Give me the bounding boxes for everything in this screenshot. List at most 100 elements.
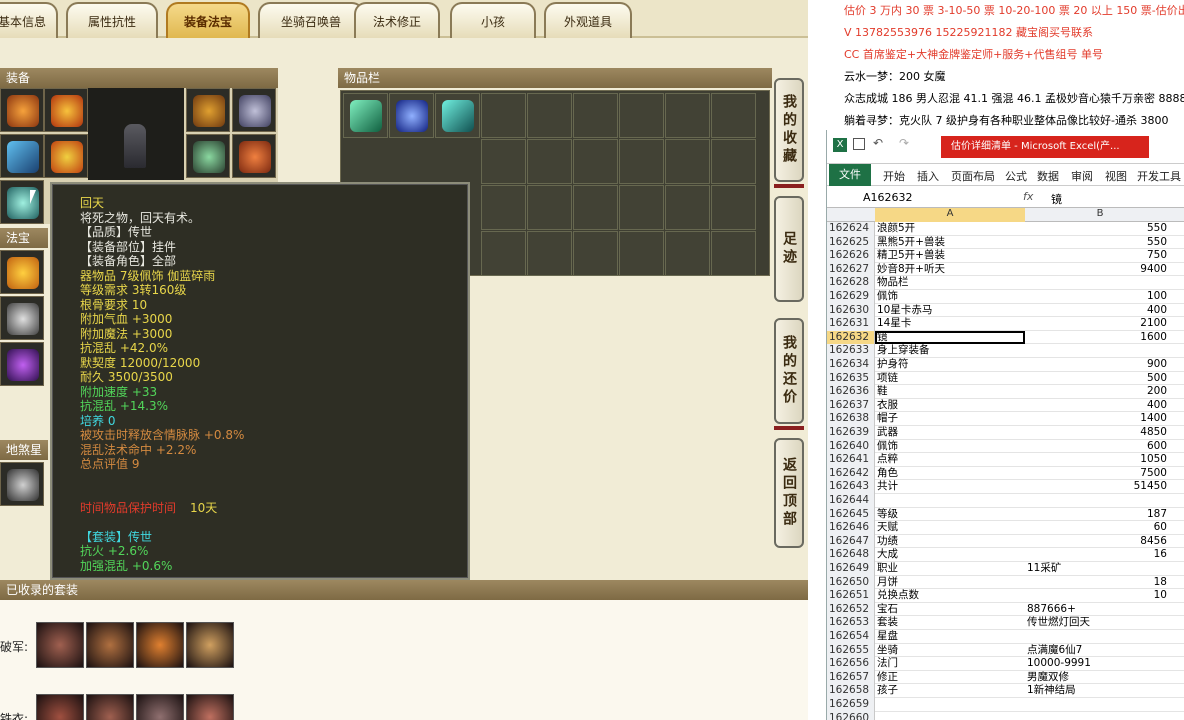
ribbon-tab-insert[interactable]: 插入: [917, 168, 939, 184]
cell-a[interactable]: 浪颜5开: [875, 222, 1025, 236]
inventory-cell[interactable]: [665, 185, 710, 230]
treasure-slot-2[interactable]: [0, 296, 44, 340]
cell-b[interactable]: 400: [1025, 399, 1175, 413]
suit-item[interactable]: [86, 622, 134, 668]
row-number[interactable]: 162644: [827, 494, 875, 508]
inventory-cell[interactable]: [481, 231, 526, 276]
inventory-cell[interactable]: [481, 93, 526, 138]
row-number[interactable]: 162625: [827, 235, 875, 250]
cell-a[interactable]: 套装: [875, 616, 1025, 630]
suit-item[interactable]: [86, 694, 134, 720]
equip-slot-3[interactable]: [186, 88, 230, 132]
cell-a[interactable]: 衣服: [875, 399, 1025, 413]
my-bargain-button[interactable]: 我的还价: [774, 318, 804, 424]
cell-b[interactable]: 男魔双修: [1025, 671, 1175, 685]
row-number[interactable]: 162653: [827, 616, 875, 630]
row-number[interactable]: 162633: [827, 344, 875, 358]
cell-a[interactable]: 角色: [875, 467, 1025, 481]
row-number[interactable]: 162635: [827, 371, 875, 386]
inventory-cell[interactable]: [389, 93, 434, 138]
row-number[interactable]: 162630: [827, 303, 875, 318]
cell-b[interactable]: 1600: [1025, 331, 1175, 345]
equip-slot-1[interactable]: [0, 88, 44, 132]
earth-star-slot[interactable]: [0, 462, 44, 506]
inventory-cell[interactable]: [711, 93, 756, 138]
footprint-button[interactable]: 足迹: [774, 196, 804, 302]
row-number[interactable]: 162643: [827, 480, 875, 494]
cell-b[interactable]: 51450: [1025, 480, 1175, 494]
row-number[interactable]: 162660: [827, 711, 875, 720]
cell-a[interactable]: 月饼: [875, 576, 1025, 590]
cell-a[interactable]: 职业: [875, 562, 1025, 576]
cell-a[interactable]: 修正: [875, 671, 1025, 685]
cell-b[interactable]: 9400: [1025, 263, 1175, 277]
row-number[interactable]: 162636: [827, 385, 875, 399]
formula-input[interactable]: 镜: [1051, 191, 1062, 207]
cell-a[interactable]: 黑熊5开+兽装: [875, 236, 1025, 250]
inventory-cell[interactable]: [619, 231, 664, 276]
cell-b[interactable]: 187: [1025, 508, 1175, 522]
cell-b[interactable]: 点满魔6仙7: [1025, 644, 1175, 658]
inventory-cell[interactable]: [619, 185, 664, 230]
inventory-cell[interactable]: [619, 93, 664, 138]
row-number[interactable]: 162655: [827, 643, 875, 658]
row-number[interactable]: 162638: [827, 412, 875, 426]
ribbon-tab-review[interactable]: 审阅: [1071, 168, 1093, 184]
inventory-cell[interactable]: [481, 185, 526, 230]
suit-item[interactable]: [36, 694, 84, 720]
file-tab[interactable]: 文件: [829, 164, 871, 186]
cell-a[interactable]: 帽子: [875, 412, 1025, 426]
cell-a[interactable]: 镜: [875, 330, 1025, 345]
cell-b[interactable]: 10: [1025, 589, 1175, 603]
cell-b[interactable]: 11采矿: [1025, 562, 1175, 576]
inventory-cell[interactable]: [573, 231, 618, 276]
inventory-cell[interactable]: [343, 93, 388, 138]
row-number[interactable]: 162637: [827, 398, 875, 413]
ribbon-tab-view[interactable]: 视图: [1105, 168, 1127, 184]
equip-slot-4[interactable]: [232, 88, 276, 132]
ribbon-tab-home[interactable]: 开始: [883, 168, 905, 184]
inventory-cell[interactable]: [665, 139, 710, 184]
suit-item[interactable]: [186, 622, 234, 668]
tab-child[interactable]: 小孩: [450, 2, 536, 38]
cell-a[interactable]: 妙音8开+听天: [875, 263, 1025, 277]
cell-a[interactable]: 坐骑: [875, 644, 1025, 658]
cell-b[interactable]: 60: [1025, 521, 1175, 535]
cell-b[interactable]: 18: [1025, 576, 1175, 590]
cell-b[interactable]: 600: [1025, 440, 1175, 454]
row-number[interactable]: 162629: [827, 290, 875, 304]
row-number[interactable]: 162646: [827, 521, 875, 535]
cell-a[interactable]: 武器: [875, 426, 1025, 440]
row-number[interactable]: 162641: [827, 453, 875, 467]
cell-b[interactable]: 1050: [1025, 453, 1175, 467]
cell-a[interactable]: 佩饰: [875, 440, 1025, 454]
inventory-cell[interactable]: [665, 93, 710, 138]
row-number[interactable]: 162645: [827, 507, 875, 522]
cell-b[interactable]: 2100: [1025, 317, 1175, 331]
tab-mounts[interactable]: 坐骑召唤兽: [258, 2, 364, 38]
cell-b[interactable]: 4850: [1025, 426, 1175, 440]
redo-icon[interactable]: ↷: [899, 136, 909, 150]
inventory-cell[interactable]: [573, 185, 618, 230]
cell-a[interactable]: 功绩: [875, 535, 1025, 549]
cell-b[interactable]: 550: [1025, 236, 1175, 250]
row-number[interactable]: 162657: [827, 670, 875, 685]
equip-slot-5[interactable]: [0, 134, 44, 178]
ribbon-tab-layout[interactable]: 页面布局: [951, 168, 995, 184]
cell-b[interactable]: 8456: [1025, 535, 1175, 549]
row-number[interactable]: 162642: [827, 466, 875, 481]
suit-item[interactable]: [36, 622, 84, 668]
row-number[interactable]: 162659: [827, 698, 875, 712]
equip-slot-6[interactable]: [44, 134, 88, 178]
cell-b[interactable]: 1新神结局: [1025, 684, 1175, 698]
inventory-cell[interactable]: [711, 139, 756, 184]
row-number[interactable]: 162658: [827, 684, 875, 698]
ribbon-tab-formulas[interactable]: 公式: [1005, 168, 1027, 184]
row-number[interactable]: 162626: [827, 249, 875, 263]
cell-a[interactable]: 星盘: [875, 630, 1025, 644]
treasure-slot-3[interactable]: [0, 342, 44, 386]
equip-slot-2[interactable]: [44, 88, 88, 132]
cell-a[interactable]: 宝石: [875, 603, 1025, 617]
cell-a[interactable]: 大成: [875, 548, 1025, 562]
column-a-header[interactable]: A: [875, 208, 1025, 222]
